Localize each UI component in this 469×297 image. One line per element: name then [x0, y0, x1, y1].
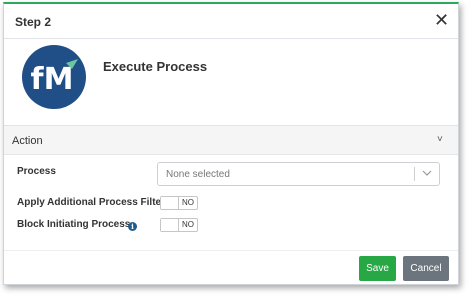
- process-select[interactable]: None selected: [157, 162, 440, 186]
- dialog-header: Step 2 ✕: [4, 4, 458, 39]
- close-icon[interactable]: ✕: [434, 11, 449, 29]
- info-icon[interactable]: i: [128, 222, 137, 231]
- section-title: Action: [12, 135, 43, 147]
- fm-logo: fM: [22, 45, 86, 109]
- process-label: Process: [17, 166, 56, 177]
- toggle-value: NO: [182, 220, 194, 229]
- filter-label: Apply Additional Process Filter: [17, 197, 165, 208]
- action-section-header[interactable]: Action ˅: [4, 126, 458, 155]
- block-toggle[interactable]: NO: [160, 218, 198, 232]
- chevron-down-icon[interactable]: [420, 165, 434, 181]
- dialog-title: Step 2: [15, 15, 52, 29]
- step-summary: fM Execute Process: [4, 39, 458, 126]
- save-button[interactable]: Save: [359, 256, 396, 281]
- toggle-knob: [161, 197, 179, 209]
- process-title: Execute Process: [103, 59, 208, 74]
- toggle-knob: [161, 219, 179, 231]
- toggle-value: NO: [182, 198, 194, 207]
- logo-text: fM: [31, 62, 74, 97]
- chevron-down-icon[interactable]: ˅: [437, 134, 443, 145]
- select-separator: [414, 167, 415, 181]
- process-select-value: None selected: [166, 169, 230, 180]
- block-label: Block Initiating Process: [17, 219, 131, 230]
- execute-process-dialog: Step 2 ✕ fM Execute Process Action ˅ Pro…: [3, 2, 459, 285]
- footer-divider: [4, 250, 458, 251]
- filter-toggle[interactable]: NO: [160, 196, 198, 210]
- cancel-button[interactable]: Cancel: [403, 256, 449, 281]
